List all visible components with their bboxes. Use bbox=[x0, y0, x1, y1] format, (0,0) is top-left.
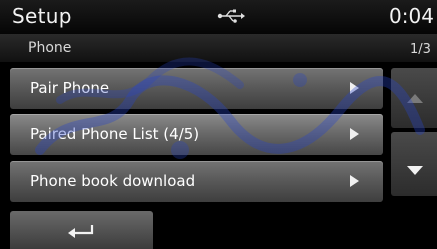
scroll-up-button[interactable] bbox=[391, 68, 437, 128]
title-bar: Setup 0:04 bbox=[0, 0, 437, 34]
clock: 0:04 bbox=[389, 4, 434, 28]
sub-header: Phone 1/3 bbox=[0, 34, 437, 62]
menu-item-paired-phone-list[interactable]: Paired Phone List (4/5) bbox=[10, 114, 383, 155]
menu-item-label: Paired Phone List (4/5) bbox=[30, 125, 200, 143]
menu-item-label: Phone book download bbox=[30, 172, 196, 190]
usb-icon bbox=[217, 9, 245, 23]
triangle-up-icon bbox=[407, 94, 423, 103]
play-arrow-icon bbox=[350, 128, 359, 140]
back-button[interactable] bbox=[10, 211, 153, 249]
return-arrow-icon bbox=[68, 225, 94, 238]
menu-item-label: Pair Phone bbox=[30, 79, 110, 97]
page-indicator: 1/3 bbox=[410, 42, 431, 57]
screen-title: Setup bbox=[12, 4, 72, 28]
play-arrow-icon bbox=[350, 82, 359, 94]
scroll-down-button[interactable] bbox=[391, 132, 437, 196]
infotainment-screen: Setup 0:04 Phone 1/3 Pair Phone Paired P… bbox=[0, 0, 437, 249]
triangle-down-icon bbox=[407, 166, 423, 175]
play-arrow-icon bbox=[350, 175, 359, 187]
menu-item-phone-book-download[interactable]: Phone book download bbox=[10, 161, 383, 202]
section-title: Phone bbox=[28, 40, 72, 56]
menu-item-pair-phone[interactable]: Pair Phone bbox=[10, 68, 383, 109]
